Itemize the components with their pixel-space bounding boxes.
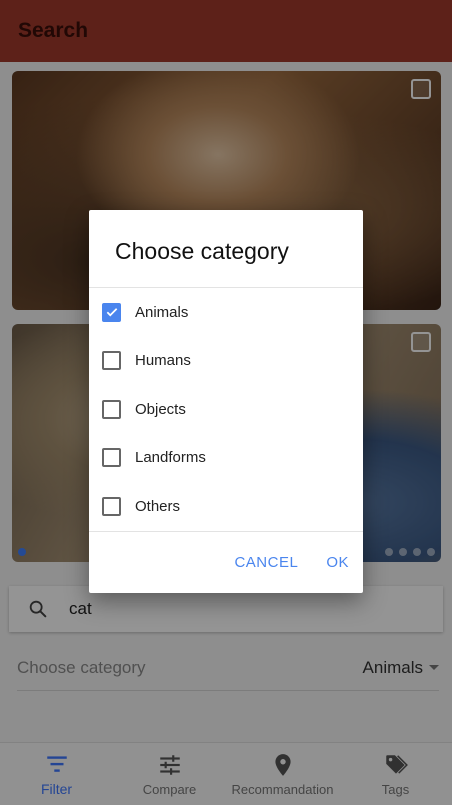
checkbox-others[interactable] <box>102 496 121 516</box>
option-humans[interactable]: Humans <box>89 337 363 386</box>
choose-category-dialog: Choose category Animals Humans Objects L… <box>89 210 363 593</box>
checkmark-icon <box>106 308 117 317</box>
checkbox-objects[interactable] <box>102 399 121 419</box>
cancel-button[interactable]: CANCEL <box>220 546 312 579</box>
option-label-others: Others <box>135 497 181 515</box>
option-others[interactable]: Others <box>89 482 363 531</box>
option-label-objects: Objects <box>135 400 186 418</box>
option-landforms[interactable]: Landforms <box>89 434 363 483</box>
option-objects[interactable]: Objects <box>89 385 363 434</box>
option-label-landforms: Landforms <box>135 449 206 467</box>
category-options-list: Animals Humans Objects Landforms Others <box>89 288 363 531</box>
option-label-humans: Humans <box>135 352 191 370</box>
option-animals[interactable]: Animals <box>89 288 363 337</box>
dialog-actions: CANCEL OK <box>220 544 363 580</box>
option-label-animals: Animals <box>135 303 189 321</box>
dialog-title: Choose category <box>115 238 289 264</box>
checkbox-animals[interactable] <box>102 302 121 322</box>
ok-button[interactable]: OK <box>312 546 363 579</box>
checkbox-humans[interactable] <box>102 351 121 371</box>
checkbox-landforms[interactable] <box>102 448 121 468</box>
dialog-divider <box>89 531 363 532</box>
